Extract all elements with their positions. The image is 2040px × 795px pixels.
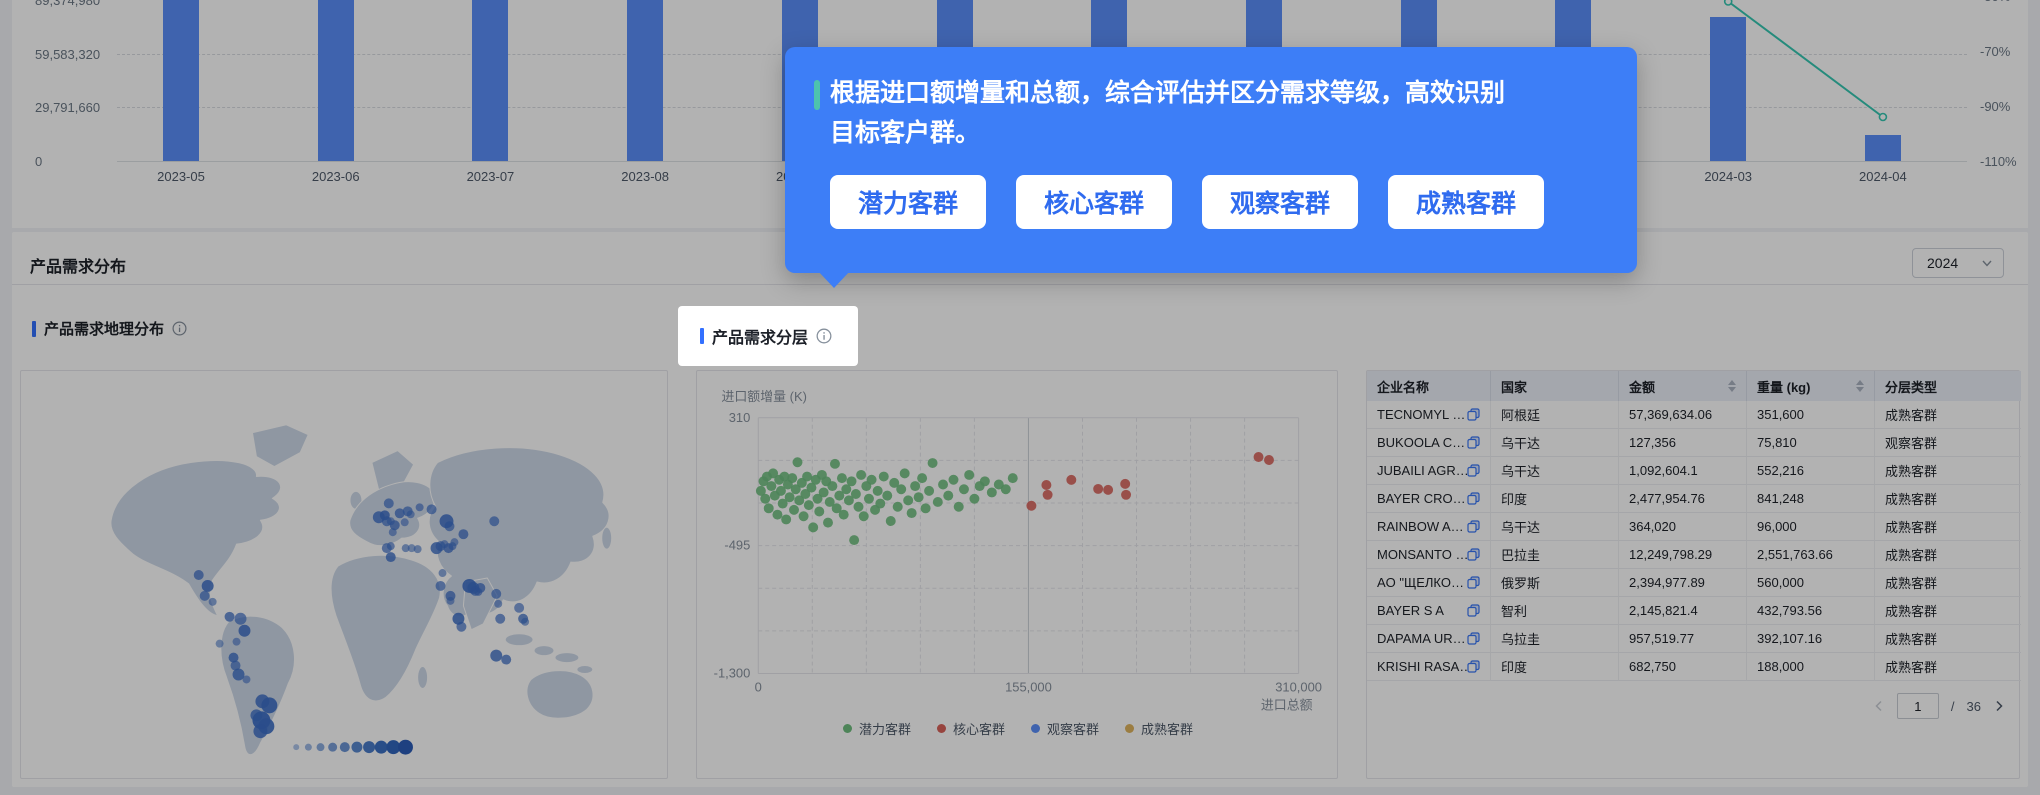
segment-button-mature[interactable]: 成熟客群 bbox=[1388, 175, 1545, 229]
segment-button-core[interactable]: 核心客群 bbox=[1016, 175, 1173, 229]
info-icon[interactable] bbox=[816, 328, 832, 344]
tooltip-buttons: 潜力客群 核心客群 观察客群 成熟客群 bbox=[830, 175, 1545, 229]
tour-tooltip: 根据进口额增量和总额，综合评估并区分需求等级，高效识别 目标客户群。 潜力客群 … bbox=[785, 47, 1637, 273]
segment-button-watch[interactable]: 观察客群 bbox=[1202, 175, 1359, 229]
segment-button-potential[interactable]: 潜力客群 bbox=[830, 175, 987, 229]
tooltip-accent-bar bbox=[814, 80, 820, 110]
tooltip-arrow bbox=[818, 271, 850, 288]
tooltip-text-line2: 目标客户群。 bbox=[830, 119, 981, 147]
tour-spotlight: 产品需求分层 bbox=[678, 306, 858, 366]
title-accent-bar bbox=[700, 328, 704, 344]
dashboard-page: 2023-052023-062023-072023-082023-092023-… bbox=[0, 0, 2040, 795]
tooltip-text-line1: 根据进口额增量和总额，综合评估并区分需求等级，高效识别 bbox=[830, 79, 1506, 107]
strat-panel-title-text: 产品需求分层 bbox=[712, 330, 809, 347]
